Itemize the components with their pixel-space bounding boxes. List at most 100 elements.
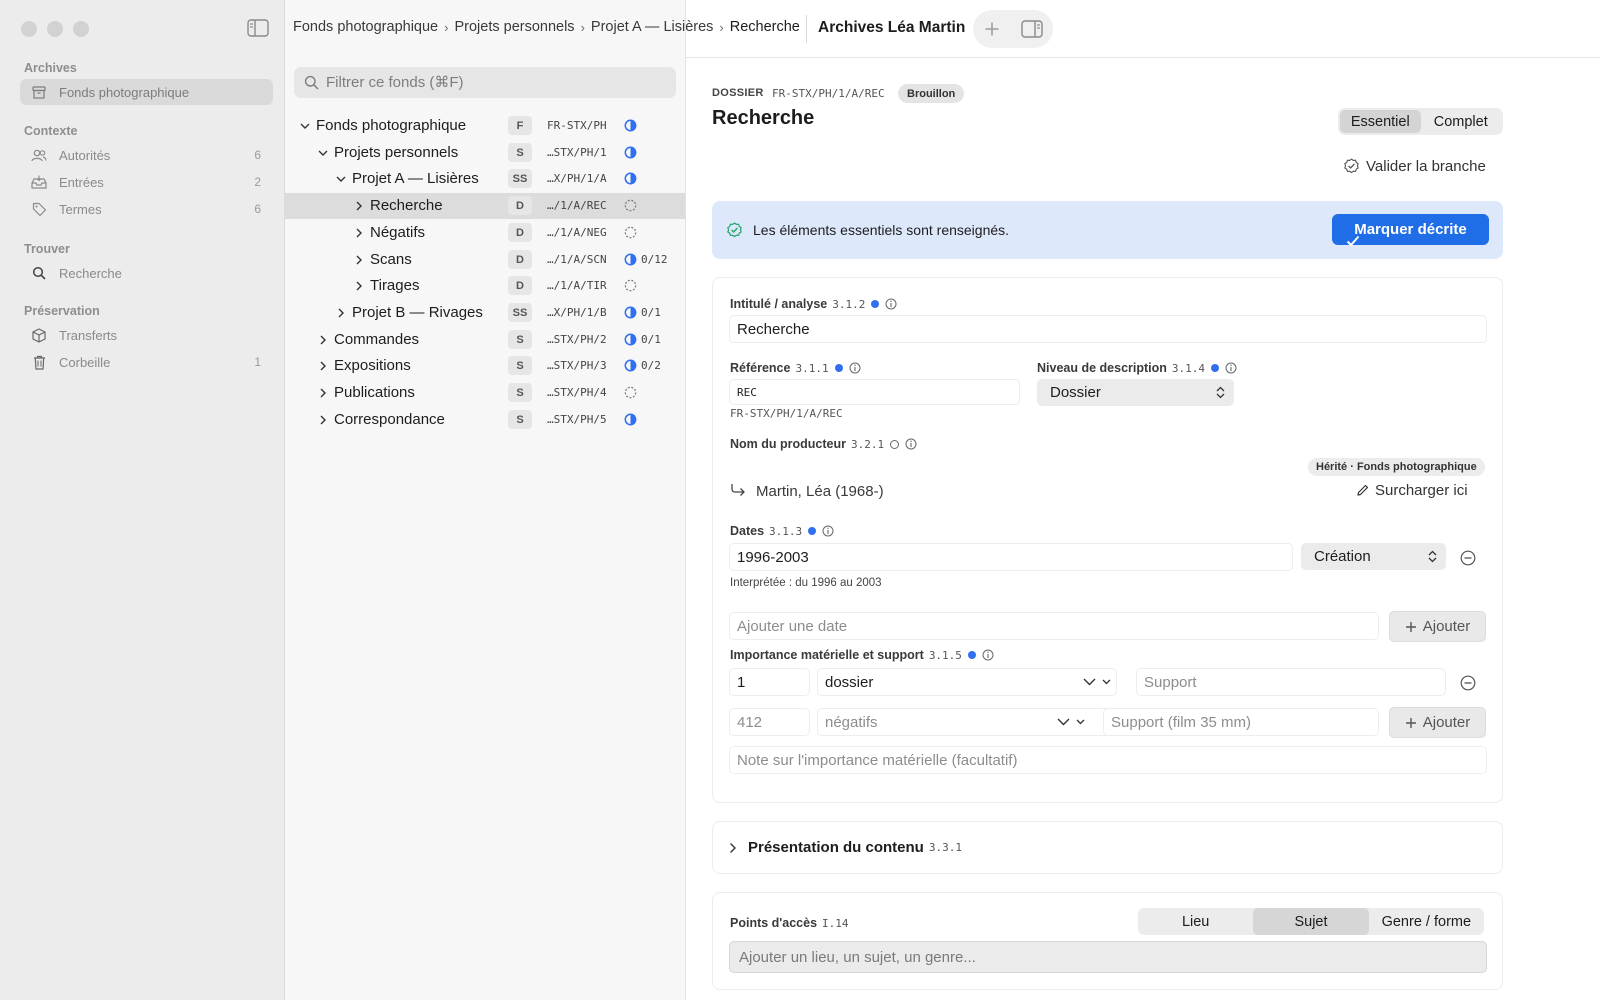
sidebar-item-entrees[interactable]: Entrées 2 — [20, 169, 273, 195]
info-icon[interactable] — [822, 525, 834, 537]
tree-row[interactable]: Projet B — Rivages SS …X/PH/1/B 0/1 — [285, 300, 685, 326]
chevron-down-icon[interactable] — [299, 120, 311, 132]
sidebar-item-termes[interactable]: Termes 6 — [20, 196, 273, 222]
tree-row[interactable]: Recherche D …/1/A/REC — [285, 193, 685, 219]
breadcrumb-item[interactable]: Fonds photographique — [293, 19, 438, 35]
chevron-right-icon[interactable] — [317, 360, 329, 372]
tree-row[interactable]: Scans D …/1/A/SCN 0/12 — [285, 247, 685, 273]
chevron-right-icon[interactable] — [353, 227, 365, 239]
search-icon — [304, 75, 319, 90]
chevron-right-icon[interactable] — [317, 414, 329, 426]
sidebar-item-count: 6 — [254, 148, 261, 162]
add-date-button[interactable]: Ajouter — [1389, 611, 1486, 642]
dashed-circle-status-icon — [624, 226, 637, 239]
importance-note-input[interactable]: Note sur l'importance matérielle (facult… — [729, 746, 1487, 774]
field-label: Nom du producteur — [730, 437, 846, 451]
intitule-input[interactable]: Recherche — [729, 315, 1487, 343]
validate-branch-button[interactable]: Valider la branche — [1343, 158, 1486, 175]
tab-genre-forme[interactable]: Genre / forme — [1369, 908, 1484, 935]
reference-input[interactable]: REC — [729, 379, 1020, 405]
date-type-select[interactable]: Création — [1301, 543, 1446, 570]
tree-row-name: Commandes — [334, 331, 420, 348]
unit-combobox[interactable]: dossier — [817, 668, 1117, 696]
tab-sujet[interactable]: Sujet — [1253, 908, 1369, 935]
level-badge: S — [508, 356, 532, 375]
acces-input[interactable]: Ajouter un lieu, un sujet, un genre... — [729, 941, 1487, 973]
chevron-right-icon[interactable] — [353, 200, 365, 212]
chevron-right-icon[interactable] — [353, 254, 365, 266]
tree-row[interactable]: Négatifs D …/1/A/NEG — [285, 220, 685, 246]
sidebar-toggle-icon[interactable] — [247, 19, 269, 37]
sidebar-item-count: 2 — [254, 175, 261, 189]
tree-row-name: Négatifs — [370, 224, 426, 241]
chevron-right-icon[interactable] — [353, 280, 365, 292]
quantity-value: 1 — [737, 673, 746, 691]
mark-described-button[interactable]: Marquer décrite — [1332, 214, 1489, 247]
filter-field[interactable] — [294, 67, 676, 98]
info-icon[interactable] — [982, 649, 994, 661]
field-number: 3.1.4 — [1171, 361, 1206, 375]
tree-row[interactable]: Expositions S …STX/PH/3 0/2 — [285, 353, 685, 379]
breadcrumb-item[interactable]: Projet A — Lisières — [591, 19, 714, 35]
chevron-down-icon[interactable] — [335, 173, 347, 185]
field-number: 3.1.1 — [795, 361, 829, 375]
sidebar-item-fonds[interactable]: Fonds photographique — [20, 79, 273, 105]
chevron-right-icon[interactable] — [317, 387, 329, 399]
mode-essentiel[interactable]: Essentiel — [1340, 110, 1421, 133]
add-date-input[interactable]: Ajouter une date — [729, 612, 1379, 640]
tree-row[interactable]: Commandes S …STX/PH/2 0/1 — [285, 327, 685, 353]
sidebar-item-corbeille[interactable]: Corbeille 1 — [20, 349, 273, 375]
required-dot-icon — [808, 527, 817, 535]
tree-row[interactable]: Projet A — Lisières SS …X/PH/1/A — [285, 166, 685, 192]
validate-branch-label: Valider la branche — [1366, 158, 1486, 175]
window-controls — [21, 21, 89, 37]
support-input[interactable]: Support — [1136, 668, 1446, 696]
field-label: Référence — [730, 361, 791, 375]
sidebar-item-transferts[interactable]: Transferts — [20, 322, 273, 348]
inspector-toggle-icon[interactable] — [1020, 20, 1043, 38]
new-support-input[interactable]: Support (film 35 mm) — [1103, 708, 1379, 736]
sidebar-item-autorites[interactable]: Autorités 6 — [20, 142, 273, 168]
date-input[interactable]: 1996-2003 — [729, 543, 1293, 571]
override-button[interactable]: Surcharger ici — [1356, 482, 1468, 499]
info-icon[interactable] — [905, 438, 917, 450]
quantity-input[interactable]: 1 — [729, 668, 810, 696]
tree-row[interactable]: Fonds photographique F FR-STX/PH — [285, 113, 685, 139]
reference-full: FR-STX/PH/1/A/REC — [730, 407, 843, 420]
contenu-section[interactable]: Présentation du contenu 3.3.1 — [712, 821, 1503, 874]
chevron-down-icon[interactable] — [1083, 677, 1113, 687]
chevron-right-icon[interactable] — [335, 307, 347, 319]
tree-row[interactable]: Projets personnels S …STX/PH/1 — [285, 140, 685, 166]
new-unit-combobox[interactable]: négatifs — [817, 708, 1117, 736]
plus-icon[interactable] — [984, 21, 1000, 37]
mode-complet[interactable]: Complet — [1421, 110, 1502, 133]
sidebar-item-recherche[interactable]: Recherche — [20, 260, 273, 286]
required-dot-icon — [834, 364, 843, 372]
chevron-down-icon[interactable] — [317, 147, 329, 159]
niveau-select[interactable]: Dossier — [1037, 379, 1234, 406]
tree-row[interactable]: Publications S …STX/PH/4 — [285, 380, 685, 406]
optional-dot-icon — [890, 439, 900, 449]
new-quantity-input[interactable]: 412 — [729, 708, 810, 736]
add-importance-label: Ajouter — [1422, 714, 1471, 731]
tree-row[interactable]: Correspondance S …STX/PH/5 — [285, 407, 685, 433]
niveau-value: Dossier — [1050, 384, 1101, 401]
close-window-button[interactable] — [21, 21, 37, 37]
add-importance-button[interactable]: Ajouter — [1389, 707, 1486, 738]
chevron-right-icon[interactable] — [317, 334, 329, 346]
breadcrumb-item[interactable]: Projets personnels — [454, 19, 574, 35]
tab-lieu[interactable]: Lieu — [1138, 908, 1253, 935]
minimize-window-button[interactable] — [47, 21, 63, 37]
filter-input[interactable] — [326, 74, 656, 91]
tree-row-code: …STX/PH/5 — [547, 413, 607, 426]
half-circle-status-icon — [624, 253, 637, 266]
info-icon[interactable] — [885, 298, 897, 310]
info-icon[interactable] — [849, 362, 861, 374]
inherited-arrow-icon — [730, 483, 746, 497]
remove-date-button[interactable] — [1460, 550, 1476, 566]
remove-importance-button[interactable] — [1460, 675, 1476, 691]
chevron-down-icon[interactable] — [1057, 717, 1087, 727]
info-icon[interactable] — [1225, 362, 1237, 374]
zoom-window-button[interactable] — [73, 21, 89, 37]
tree-row[interactable]: Tirages D …/1/A/TIR — [285, 273, 685, 299]
